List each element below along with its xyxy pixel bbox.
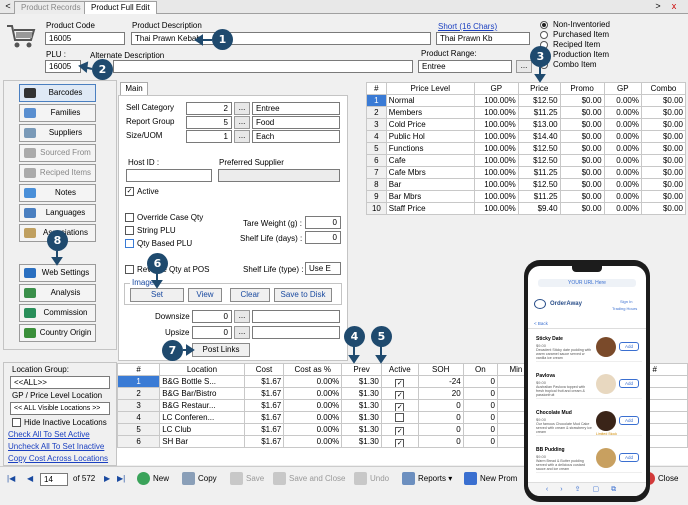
- callout-7: 7: [162, 340, 183, 361]
- callout-4: 4: [344, 326, 365, 347]
- callout-3: 3: [530, 46, 551, 67]
- callout-5: 5: [371, 326, 392, 347]
- callout-1: 1: [212, 29, 233, 50]
- callout-6: 6: [147, 253, 168, 274]
- callout-2: 2: [92, 59, 113, 80]
- callout-8: 8: [47, 230, 68, 251]
